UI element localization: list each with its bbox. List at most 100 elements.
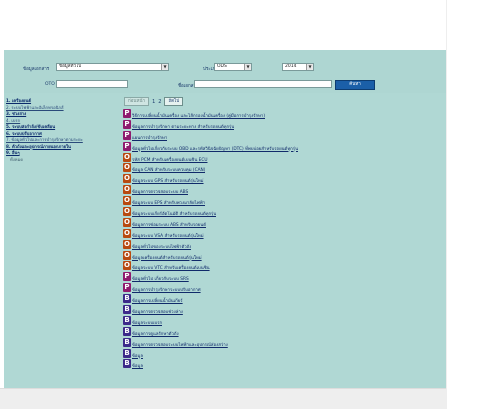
document-link[interactable]: ข้อมูลเครื่องยนต์สำหรับรถยนต์รุ่นใหม่: [132, 254, 202, 261]
document-row[interactable]: O ข้อมูลทั่วไปของระบบไฟฟ้าตัวถัง: [123, 239, 445, 250]
document-link[interactable]: ข้อมูลการตรวจสอบระบบไฟฟ้าและอุปกรณ์ส่องส…: [132, 341, 228, 348]
page-bottom-bar: [0, 388, 446, 409]
document-type-icon: B: [123, 337, 131, 347]
document-row[interactable]: O ข้อมูลระบบ VTC สำหรับเครื่องยนต์เบนซิน: [123, 260, 445, 271]
category-nav: 1. เครื่องยนต์ 2. ระบบไฟฟ้าและอิเล็กทรอน…: [6, 98, 120, 163]
document-link[interactable]: ข้อมูลการบำรุงรักษาระบบปรับอากาศ: [132, 286, 201, 293]
page-2-link[interactable]: 2: [158, 99, 161, 105]
document-row[interactable]: O รหัส PCM สำหรับเครื่องยนต์เบนซิน ECU: [123, 152, 445, 163]
type-select[interactable]: ODS ▼: [214, 63, 252, 71]
chevron-down-icon: ▼: [306, 64, 313, 70]
document-link[interactable]: รหัส PCM สำหรับเครื่องยนต์เบนซิน ECU: [132, 156, 208, 163]
document-type-icon: P: [123, 130, 131, 140]
document-row[interactable]: O ข้อมูลเครื่องยนต์สำหรับรถยนต์รุ่นใหม่: [123, 250, 445, 261]
document-link[interactable]: ข้อมูลการซ่อมระบบ ABS สำหรับรถยนต์: [132, 221, 206, 228]
filter-bar: ข้อมูลเอกสาร ข้อมูลทั่วไป ▼ ประเภท ODS ▼…: [4, 50, 446, 93]
next-page-button[interactable]: ถัดไป: [164, 97, 184, 106]
document-link[interactable]: ข้อมูลระบบเบรก: [132, 319, 162, 326]
document-link[interactable]: ข้อมูลการตรวจสอบช่วงล่าง: [132, 308, 183, 315]
document-type-icon: O: [123, 196, 131, 206]
document-link[interactable]: ข้อมูลการตรวจสอบระบบ ABS: [132, 188, 188, 195]
document-search-panel: ข้อมูลเอกสาร ข้อมูลทั่วไป ▼ ประเภท ODS ▼…: [4, 50, 446, 388]
document-row[interactable]: P ข้อมูลการบำรุงรักษา ตามระยะทาง สำหรับรถ…: [123, 119, 445, 130]
document-rows: P วิธีการเปลี่ยนน้ำมันเครื่อง และไส้กรองน…: [123, 108, 445, 369]
oto-input[interactable]: [56, 80, 128, 88]
document-link[interactable]: ข้อมูล CAN สำหรับระบบควบคุม (CAN): [132, 166, 205, 173]
document-type-icon: P: [123, 283, 131, 293]
document-type-icon: O: [123, 163, 131, 173]
document-row[interactable]: P ข้อมูลทั่วไปเกี่ยวกับระบบ OBD และรหัสวิ…: [123, 141, 445, 152]
document-type-icon: B: [123, 326, 131, 336]
document-link[interactable]: ข้อมูลการบำรุงรักษา ตามระยะทาง สำหรับรถย…: [132, 123, 234, 130]
document-row[interactable]: B ข้อมูล: [123, 348, 445, 359]
page-right-margin: [446, 0, 487, 409]
document-row[interactable]: P ข้อมูลการบำรุงรักษาระบบปรับอากาศ: [123, 282, 445, 293]
chevron-down-icon: ▼: [161, 64, 168, 70]
results-list: ก่อนหน้า 1 2 ถัดไป P วิธีการเปลี่ยนน้ำมัน…: [123, 96, 445, 369]
document-row[interactable]: P วิธีการเปลี่ยนน้ำมันเครื่อง และไส้กรองน…: [123, 108, 445, 119]
document-type-icon: O: [123, 152, 131, 162]
document-link[interactable]: ข้อมูลระบบเกียร์อัตโนมัติ สำหรับรถยนต์ทุ…: [132, 210, 216, 217]
page-1-link[interactable]: 1: [152, 99, 155, 105]
document-type-icon: O: [123, 217, 131, 227]
document-link[interactable]: วิธีการเปลี่ยนน้ำมันเครื่อง และไส้กรองน้…: [132, 112, 265, 119]
document-row[interactable]: O ข้อมูลการตรวจสอบระบบ ABS: [123, 184, 445, 195]
document-type-icon: O: [123, 239, 131, 249]
document-link[interactable]: ข้อมูล: [132, 362, 143, 369]
document-link[interactable]: ข้อมูลระบบ VSA สำหรับรถยนต์รุ่นใหม่: [132, 232, 204, 239]
prev-page-button[interactable]: ก่อนหน้า: [124, 97, 150, 106]
oto-label: OTO: [45, 82, 55, 87]
document-type-icon: B: [123, 304, 131, 314]
document-link[interactable]: ข้อมูลระบบ EPS สำหรับพวงมาลัยไฟฟ้า: [132, 199, 205, 206]
document-row[interactable]: B ข้อมูล: [123, 358, 445, 369]
document-row[interactable]: O ข้อมูลการซ่อมระบบ ABS สำหรับรถยนต์: [123, 217, 445, 228]
document-type-icon: P: [123, 141, 131, 151]
document-type-icon: O: [123, 206, 131, 216]
page-top-margin: [0, 0, 487, 50]
document-link[interactable]: ข้อมูลการเปลี่ยนน้ำมันเกียร์: [132, 297, 183, 304]
document-row[interactable]: P แผนการบำรุงรักษา: [123, 130, 445, 141]
document-link[interactable]: ข้อมูลทั่วไป เกี่ยวกับระบบ SRS: [132, 275, 189, 282]
document-name-input[interactable]: [194, 80, 332, 88]
document-row[interactable]: O ข้อมูลระบบ GPS สำหรับรถยนต์รุ่นใหม่: [123, 173, 445, 184]
document-type-icon: O: [123, 185, 131, 195]
document-row[interactable]: B ข้อมูลระบบเบรก: [123, 315, 445, 326]
nav-item-all[interactable]: ทั้งหมด: [6, 157, 120, 164]
document-row[interactable]: B ข้อมูลการเปลี่ยนน้ำมันเกียร์: [123, 293, 445, 304]
document-row[interactable]: B ข้อมูลการตรวจสอบระบบไฟฟ้าและอุปกรณ์ส่อง…: [123, 337, 445, 348]
document-row[interactable]: P ข้อมูลทั่วไป เกี่ยวกับระบบ SRS: [123, 271, 445, 282]
year-select[interactable]: 2014 ▼: [282, 63, 314, 71]
document-link[interactable]: แผนการบำรุงรักษา: [132, 134, 167, 141]
document-type-icon: P: [123, 119, 131, 129]
year-select-value: 2014: [285, 64, 297, 69]
document-type-icon: B: [123, 315, 131, 325]
document-row[interactable]: O ข้อมูลระบบ EPS สำหรับพวงมาลัยไฟฟ้า: [123, 195, 445, 206]
document-type-icon: B: [123, 348, 131, 358]
chevron-down-icon: ▼: [244, 64, 251, 70]
category-select[interactable]: ข้อมูลทั่วไป ▼: [56, 63, 169, 71]
document-type-icon: B: [123, 359, 131, 369]
document-row[interactable]: B ข้อมูลการดูแลรักษาตัวถัง: [123, 326, 445, 337]
document-type-icon: O: [123, 174, 131, 184]
document-link[interactable]: ข้อมูล: [132, 352, 143, 359]
document-type-icon: P: [123, 272, 131, 282]
category-select-value: ข้อมูลทั่วไป: [59, 64, 82, 69]
document-link[interactable]: ข้อมูลระบบ GPS สำหรับรถยนต์รุ่นใหม่: [132, 177, 204, 184]
document-link[interactable]: ข้อมูลทั่วไปเกี่ยวกับระบบ OBD และรหัสวิน…: [132, 145, 298, 152]
type-select-value: ODS: [217, 64, 227, 69]
document-row[interactable]: O ข้อมูล CAN สำหรับระบบควบคุม (CAN): [123, 162, 445, 173]
document-type-icon: B: [123, 294, 131, 304]
document-row[interactable]: O ข้อมูลระบบ VSA สำหรับรถยนต์รุ่นใหม่: [123, 228, 445, 239]
document-type-icon: O: [123, 228, 131, 238]
document-type-icon: O: [123, 261, 131, 271]
document-row[interactable]: O ข้อมูลระบบเกียร์อัตโนมัติ สำหรับรถยนต์ท…: [123, 206, 445, 217]
document-row[interactable]: B ข้อมูลการตรวจสอบช่วงล่าง: [123, 304, 445, 315]
document-type-icon: O: [123, 250, 131, 260]
document-type-icon: P: [123, 108, 131, 118]
document-link[interactable]: ข้อมูลการดูแลรักษาตัวถัง: [132, 330, 179, 337]
pagination: ก่อนหน้า 1 2 ถัดไป: [124, 96, 445, 107]
category-label: ข้อมูลเอกสาร: [23, 67, 50, 72]
search-button[interactable]: ค้นหา: [335, 80, 375, 90]
document-link[interactable]: ข้อมูลระบบ VTC สำหรับเครื่องยนต์เบนซิน: [132, 264, 210, 271]
document-link[interactable]: ข้อมูลทั่วไปของระบบไฟฟ้าตัวถัง: [132, 243, 191, 250]
